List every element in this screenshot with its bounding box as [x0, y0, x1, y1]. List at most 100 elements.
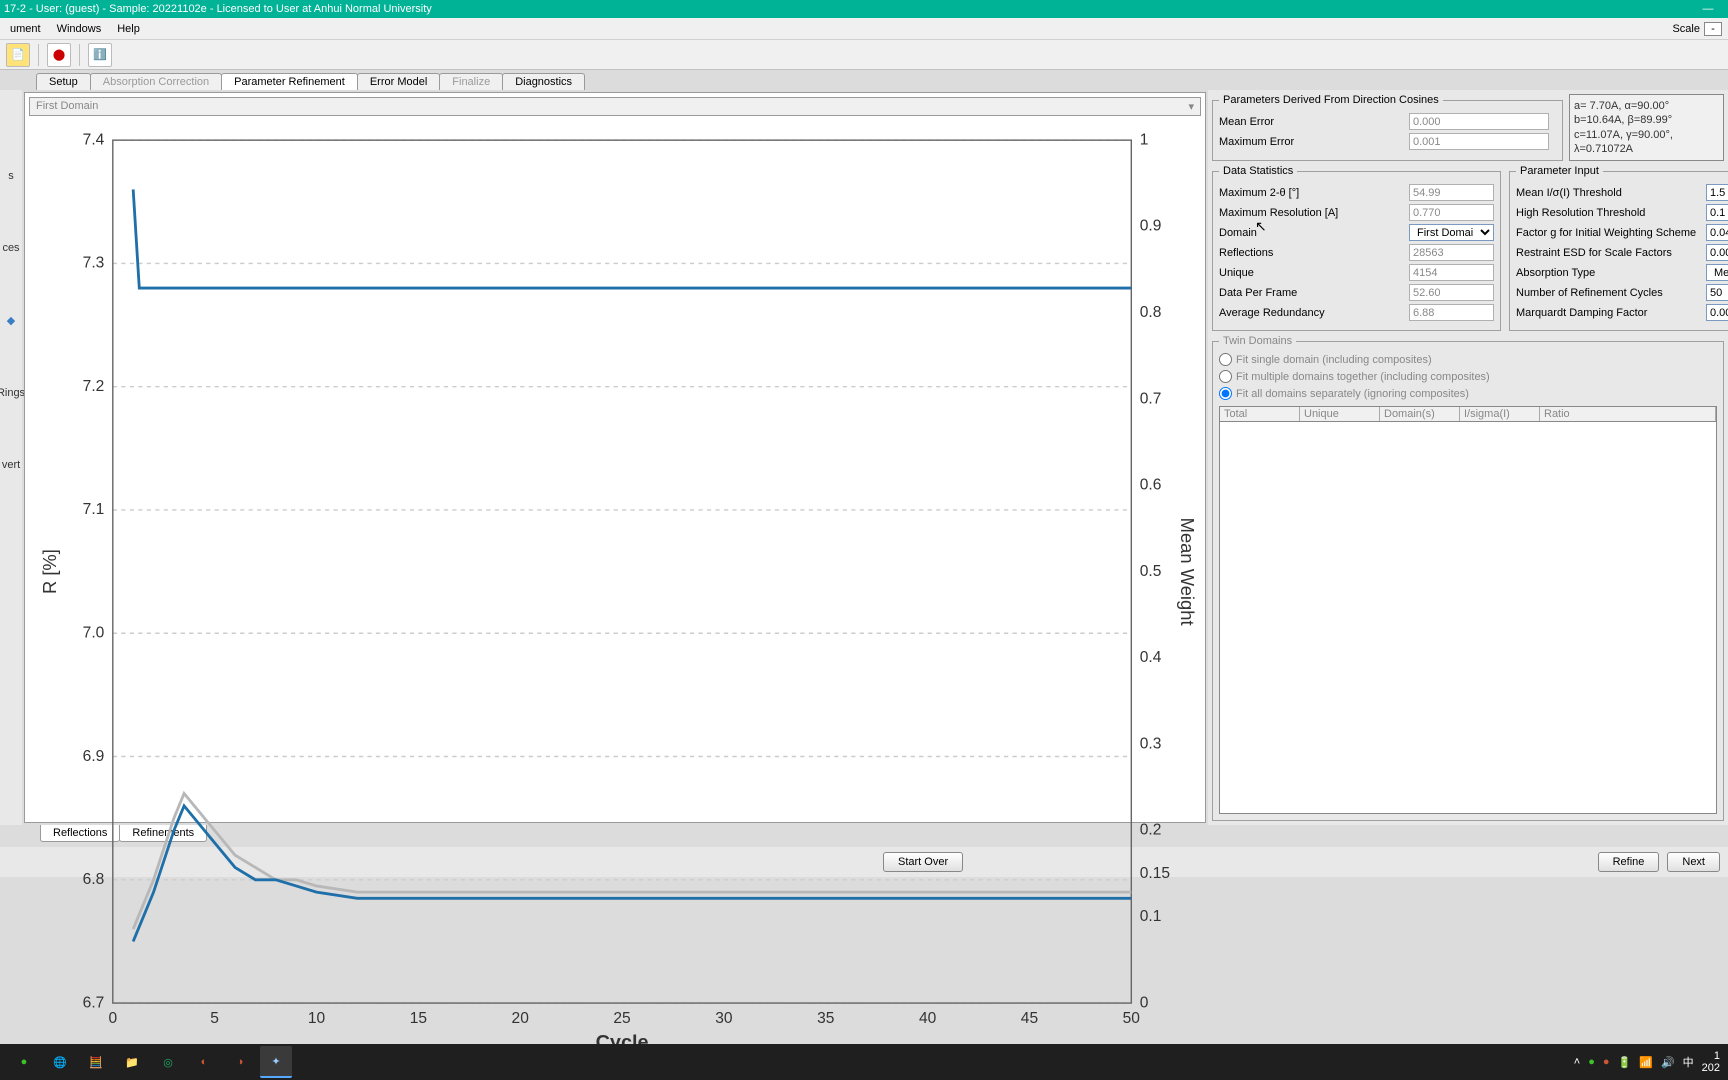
svg-text:0.2: 0.2 — [1140, 822, 1162, 839]
taskbar-app1-icon[interactable]: ◎ — [152, 1046, 184, 1078]
taskbar-explorer-icon[interactable]: 📁 — [116, 1046, 148, 1078]
marquardt-damping-field[interactable] — [1706, 304, 1728, 321]
cell-parameters: a= 7.70A, α=90.00° b=10.64A, β=89.99° c=… — [1569, 94, 1724, 161]
taskbar-chrome-icon[interactable]: 🌐 — [44, 1046, 76, 1078]
app-title: 17-2 - User: (guest) - Sample: 20221102e… — [4, 3, 432, 15]
svg-text:0.9: 0.9 — [1140, 218, 1162, 235]
scale-input[interactable] — [1704, 22, 1722, 36]
tool-stop-icon[interactable]: ⬤ — [47, 43, 71, 67]
svg-text:7.4: 7.4 — [83, 131, 105, 148]
svg-text:0: 0 — [1140, 994, 1149, 1011]
next-button[interactable]: Next — [1667, 852, 1720, 872]
svg-text:10: 10 — [308, 1010, 326, 1027]
right-panel: Parameters Derived From Direction Cosine… — [1208, 90, 1728, 825]
tab-error-model[interactable]: Error Model — [357, 73, 440, 90]
menu-bar: ument Windows Help Scale — [0, 18, 1728, 40]
radio-separate-domains[interactable] — [1219, 387, 1232, 400]
tray-wifi-icon[interactable]: 📶 — [1639, 1056, 1653, 1069]
taskbar[interactable]: ● 🌐 🧮 📁 ◎ ◐ ◑ ✦ ˄ ● ● 🔋 📶 🔊 中 1 202 — [0, 1044, 1728, 1080]
svg-text:7.1: 7.1 — [83, 501, 105, 518]
refine-button[interactable]: Refine — [1598, 852, 1660, 872]
svg-text:6.7: 6.7 — [83, 994, 105, 1011]
svg-text:Mean Weight: Mean Weight — [1177, 518, 1195, 626]
svg-text:0.8: 0.8 — [1140, 304, 1162, 321]
svg-text:7.0: 7.0 — [83, 624, 105, 641]
svg-text:0.6: 0.6 — [1140, 477, 1162, 494]
tray-app-icon[interactable]: ● — [1603, 1056, 1610, 1068]
group-twin-domains: Twin Domains Fit single domain (includin… — [1212, 335, 1724, 821]
svg-text:0.3: 0.3 — [1140, 735, 1162, 752]
taskbar-calc-icon[interactable]: 🧮 — [80, 1046, 112, 1078]
domain-dropdown[interactable]: First Domain ▾ — [29, 97, 1201, 116]
system-tray[interactable]: ˄ ● ● 🔋 📶 🔊 中 1 202 — [1574, 1050, 1720, 1074]
domain-select[interactable]: First Domain — [1409, 224, 1494, 241]
max-resolution-field — [1409, 204, 1494, 221]
taskbar-current-app-icon[interactable]: ✦ — [260, 1046, 292, 1078]
svg-text:0.1: 0.1 — [1140, 908, 1162, 925]
tray-chevron-icon[interactable]: ˄ — [1574, 1056, 1580, 1068]
reflections-field — [1409, 244, 1494, 261]
svg-text:6.8: 6.8 — [83, 871, 105, 888]
svg-text:35: 35 — [817, 1010, 834, 1027]
tool-help-icon[interactable]: ℹ️ — [88, 43, 112, 67]
tab-absorption[interactable]: Absorption Correction — [90, 73, 222, 90]
tool-new-icon[interactable]: 📄 — [6, 43, 30, 67]
svg-text:0.5: 0.5 — [1140, 563, 1162, 580]
tray-battery-icon[interactable]: 🔋 — [1618, 1056, 1632, 1069]
svg-text:20: 20 — [512, 1010, 530, 1027]
menu-instrument[interactable]: ument — [2, 21, 49, 37]
restraint-esd-field[interactable] — [1706, 244, 1728, 261]
refinement-chart: 6.7 6.8 6.9 7.0 7.1 7.2 7.3 7.4 0 0.1 0.15 0.2 0.3 0.… — [35, 126, 1195, 1080]
svg-text:R [%]: R [%] — [39, 549, 60, 594]
chart-panel: First Domain ▾ 6.76.86.97.07.17.27.37.40… — [24, 92, 1206, 823]
tray-volume-icon[interactable]: 🔊 — [1661, 1056, 1675, 1069]
max-2theta-field — [1409, 184, 1494, 201]
avg-redundancy-field — [1409, 304, 1494, 321]
absorption-type-select[interactable]: Medium — [1706, 264, 1728, 281]
hires-threshold-field[interactable] — [1706, 204, 1728, 221]
refinement-cycles-field[interactable] — [1706, 284, 1728, 301]
group-parameter-input: Parameter Input Mean I/σ(I) Threshold Hi… — [1509, 165, 1728, 331]
workflow-tabs: Setup Absorption Correction Parameter Re… — [0, 70, 1728, 90]
taskbar-wechat-icon[interactable]: ● — [8, 1046, 40, 1078]
radio-multiple-domains[interactable] — [1219, 370, 1232, 383]
tab-setup[interactable]: Setup — [36, 73, 91, 90]
group-derived: Parameters Derived From Direction Cosine… — [1212, 94, 1563, 161]
svg-text:6.9: 6.9 — [83, 748, 105, 765]
twin-table-header: Total Unique Domain(s) I/sigma(I) Ratio — [1219, 406, 1717, 422]
svg-text:0.7: 0.7 — [1140, 390, 1162, 407]
svg-text:45: 45 — [1021, 1010, 1038, 1027]
svg-text:40: 40 — [919, 1010, 937, 1027]
toolbar: 📄 ⬤ ℹ️ — [0, 40, 1728, 70]
svg-text:30: 30 — [715, 1010, 733, 1027]
tab-finalize[interactable]: Finalize — [439, 73, 503, 90]
taskbar-app2-icon[interactable]: ◐ — [188, 1046, 220, 1078]
factor-g-field[interactable] — [1706, 224, 1728, 241]
tray-ime[interactable]: 中 — [1683, 1054, 1694, 1070]
chevron-down-icon: ▾ — [1188, 100, 1194, 113]
scale-control[interactable]: Scale — [1666, 20, 1728, 38]
svg-text:0.15: 0.15 — [1140, 865, 1170, 882]
svg-text:5: 5 — [210, 1010, 219, 1027]
svg-text:7.2: 7.2 — [83, 378, 105, 395]
svg-text:15: 15 — [410, 1010, 427, 1027]
minimize-button[interactable]: — — [1688, 3, 1728, 15]
radio-single-domain[interactable] — [1219, 353, 1232, 366]
menu-windows[interactable]: Windows — [49, 21, 110, 37]
menu-help[interactable]: Help — [109, 21, 148, 37]
title-bar: 17-2 - User: (guest) - Sample: 20221102e… — [0, 0, 1728, 18]
svg-text:0: 0 — [108, 1010, 117, 1027]
isigma-threshold-field[interactable] — [1706, 184, 1728, 201]
taskbar-app3-icon[interactable]: ◑ — [224, 1046, 256, 1078]
svg-text:1: 1 — [1140, 131, 1149, 148]
left-sidebar: s ces ◆ Rings vert — [0, 90, 22, 825]
tab-parameter-refinement[interactable]: Parameter Refinement — [221, 73, 358, 90]
mean-error-field — [1409, 113, 1549, 130]
max-error-field — [1409, 133, 1549, 150]
svg-text:7.3: 7.3 — [83, 255, 105, 272]
group-data-statistics: Data Statistics Maximum 2-θ [°] Maximum … — [1212, 165, 1501, 331]
tray-wechat-icon[interactable]: ● — [1588, 1056, 1595, 1068]
tab-diagnostics[interactable]: Diagnostics — [502, 73, 585, 90]
unique-field — [1409, 264, 1494, 281]
svg-text:25: 25 — [613, 1010, 630, 1027]
